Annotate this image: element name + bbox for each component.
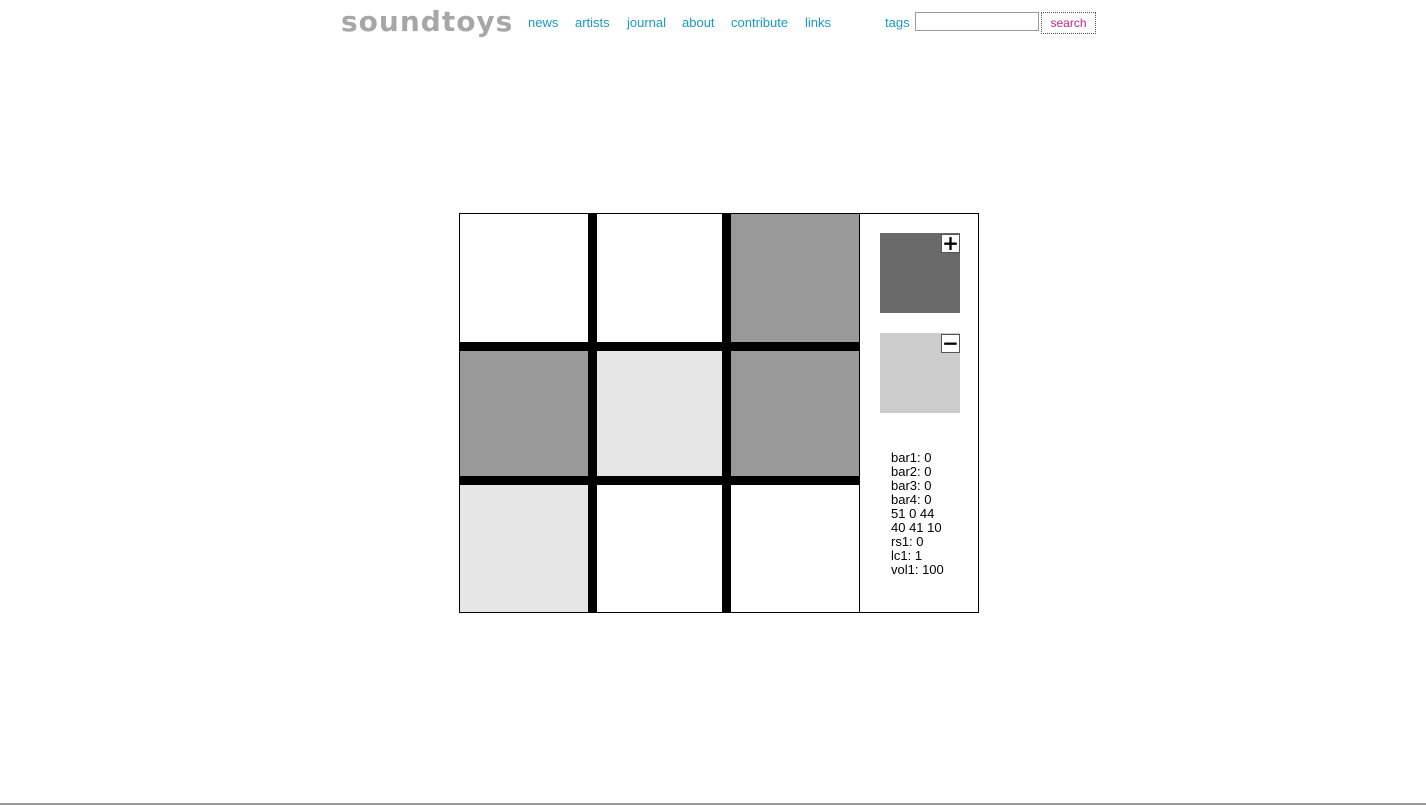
nav-journal[interactable]: journal — [627, 15, 666, 30]
grid-cell-2-3[interactable] — [731, 351, 859, 476]
tags-label: tags — [885, 15, 910, 30]
sound-grid-app: + − bar1: 0 bar2: 0 bar3: 0 bar4: 0 51 0… — [459, 213, 979, 613]
stat-values-1: 51 0 44 — [891, 506, 935, 521]
soundtoys-logo[interactable]: soundtoys — [341, 5, 513, 39]
stat-rs1: rs1: 0 — [891, 534, 924, 549]
minus-icon[interactable]: − — [941, 333, 960, 353]
grid-cell-2-2[interactable] — [597, 351, 722, 476]
nav-about[interactable]: about — [682, 15, 715, 30]
control-panel: + − bar1: 0 bar2: 0 bar3: 0 bar4: 0 51 0… — [859, 214, 979, 612]
grid-divider-horizontal-1 — [460, 342, 859, 351]
stat-bar4: bar4: 0 — [891, 492, 932, 507]
grid-cell-1-2[interactable] — [597, 214, 722, 342]
grid-divider-vertical-1 — [588, 214, 597, 612]
plus-icon[interactable]: + — [941, 233, 960, 253]
grid-cell-1-3[interactable] — [731, 214, 859, 342]
grid-cell-1-1[interactable] — [460, 214, 588, 342]
debug-stats: bar1: 0 bar2: 0 bar3: 0 bar4: 0 51 0 44 … — [891, 451, 944, 577]
sound-grid — [460, 214, 859, 612]
stat-bar1: bar1: 0 — [891, 450, 932, 465]
search-button[interactable]: search — [1041, 12, 1096, 34]
nav-contribute[interactable]: contribute — [731, 15, 788, 30]
grid-divider-vertical-2 — [722, 214, 731, 612]
stat-bar3: bar3: 0 — [891, 478, 932, 493]
search-input[interactable] — [915, 12, 1039, 31]
nav-news[interactable]: news — [528, 15, 558, 30]
grid-cell-3-3[interactable] — [731, 485, 859, 612]
plus-pad[interactable]: + — [880, 233, 960, 313]
stat-vol1: vol1: 100 — [891, 562, 944, 577]
grid-cell-3-1[interactable] — [460, 485, 588, 612]
site-header: soundtoys news artists journal about con… — [0, 0, 1426, 46]
grid-cell-2-1[interactable] — [460, 351, 588, 476]
minus-pad[interactable]: − — [880, 333, 960, 413]
stat-bar2: bar2: 0 — [891, 464, 932, 479]
nav-links[interactable]: links — [805, 15, 831, 30]
stat-values-2: 40 41 10 — [891, 520, 942, 535]
nav-artists[interactable]: artists — [575, 15, 610, 30]
stat-lc1: lc1: 1 — [891, 548, 923, 563]
grid-cell-3-2[interactable] — [597, 485, 722, 612]
grid-divider-horizontal-2 — [460, 476, 859, 485]
